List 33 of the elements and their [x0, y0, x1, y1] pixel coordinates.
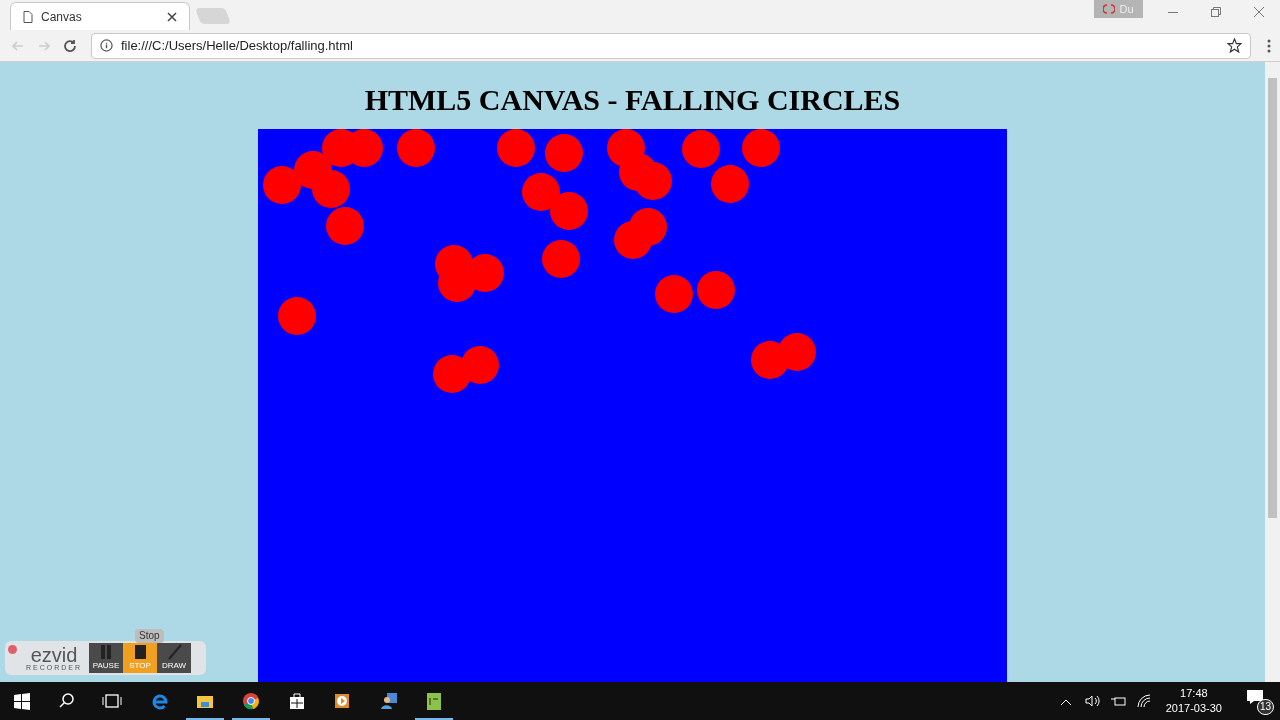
url-text: file:///C:/Users/Helle/Desktop/falling.html	[121, 36, 354, 55]
scrollbar-thumb[interactable]	[1268, 78, 1277, 518]
stop-icon	[132, 643, 148, 660]
draw-button[interactable]: DRAW	[157, 643, 191, 673]
page-icon	[23, 10, 33, 23]
media-player-icon[interactable]	[332, 691, 352, 711]
running-indicator	[186, 718, 224, 720]
scrollbar[interactable]	[1265, 62, 1280, 682]
clock-date[interactable]: 2017-03-30	[1165, 701, 1222, 716]
store-bag-icon[interactable]	[287, 691, 307, 711]
recorder-logo: ezvid	[30, 645, 78, 664]
task-view-icon[interactable]	[102, 691, 122, 711]
wifi-icon[interactable]	[1135, 693, 1152, 709]
person-drawing-icon[interactable]	[379, 691, 399, 711]
sync-icon	[1103, 4, 1116, 14]
close-icon[interactable]	[167, 11, 177, 22]
clock-time[interactable]: 17:48	[1180, 686, 1208, 701]
pen-icon	[166, 643, 182, 660]
running-indicator	[232, 718, 270, 720]
speaker-icon[interactable]	[1083, 693, 1100, 709]
info-icon[interactable]	[100, 39, 113, 52]
notification-count: 13	[1256, 699, 1274, 715]
bookmark-star-icon[interactable]	[1227, 38, 1242, 53]
pause-button[interactable]: PAUSE	[89, 643, 123, 673]
tab-title: Canvas	[41, 8, 83, 26]
notepad-icon[interactable]	[424, 691, 444, 711]
page-heading: HTML5 CANVAS - FALLING CIRCLES	[364, 82, 901, 118]
address-bar[interactable]: file:///C:/Users/Helle/Desktop/falling.html	[91, 32, 1251, 59]
tooltip: Stop	[135, 629, 164, 643]
pause-icon	[98, 643, 114, 660]
menu-icon[interactable]	[1267, 38, 1271, 53]
running-indicator	[415, 718, 453, 720]
browser-tab[interactable]: Canvas	[10, 2, 190, 30]
